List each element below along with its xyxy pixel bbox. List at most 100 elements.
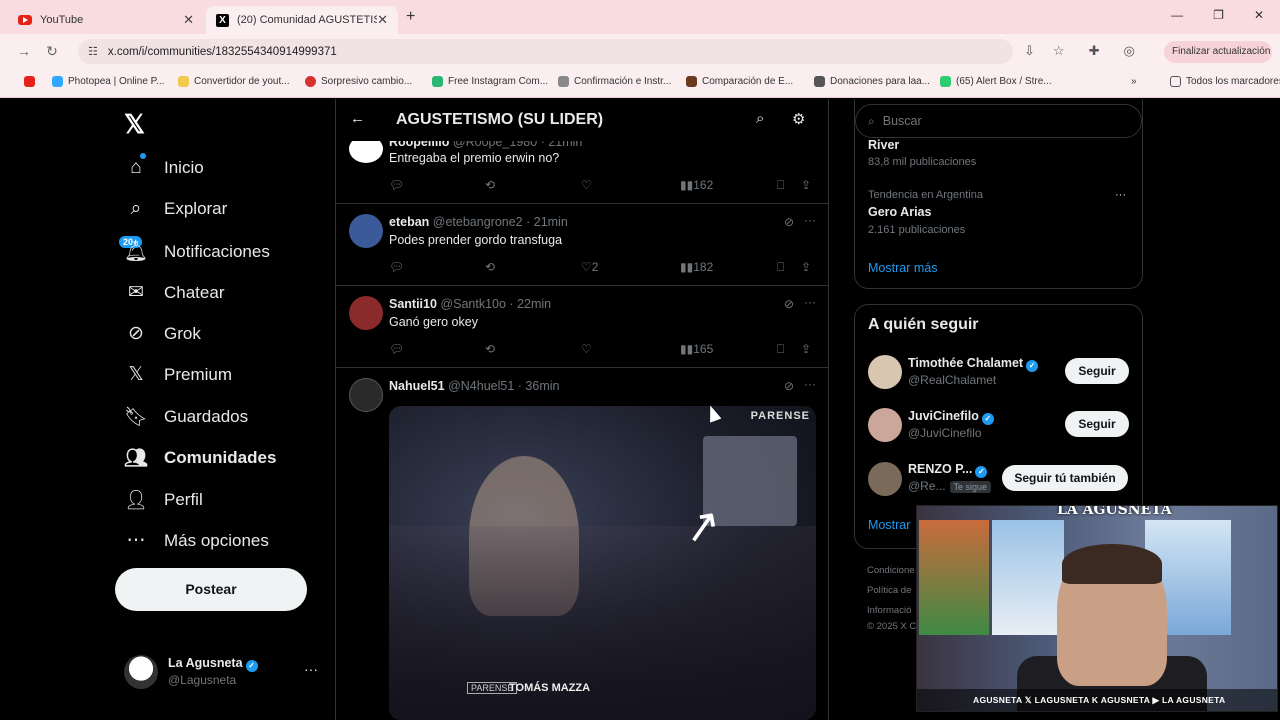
nav-item-guardados[interactable]: 🔖︎ Guardados (124, 405, 248, 429)
follow-name[interactable]: JuviCinefilo ✓ (908, 409, 994, 425)
nav-item-notificaciones[interactable]: 🔔︎ Notificaciones (124, 240, 270, 264)
show-more-link[interactable]: Mostrar (868, 518, 910, 532)
verified-icon: ✓ (1026, 360, 1039, 372)
views-icon[interactable]: ▮▮ 182 (680, 260, 713, 274)
nav-item-perfil[interactable]: 👤︎ Perfil (124, 488, 203, 512)
footer-link[interactable]: Política de (867, 585, 911, 596)
more-icon[interactable]: ··· (1115, 189, 1126, 201)
repost-icon[interactable]: ⟲ (485, 260, 495, 274)
close-tab-icon[interactable]: ✕ (377, 12, 388, 28)
follow-name[interactable]: Timothée Chalamet ✓ (908, 356, 1039, 372)
trend-name[interactable]: Gero Arias (868, 205, 931, 219)
url-field[interactable]: ☷ x.com/i/communities/183255434091499937… (78, 39, 1013, 64)
search-input[interactable]: ⌕ Buscar (855, 104, 1142, 138)
bookmark-item[interactable]: Sorpresivo cambio... (305, 76, 412, 87)
more-icon[interactable]: ··· (804, 295, 816, 309)
post-video[interactable]: ↗ PARENSE PARENSE TOMÁS MAZZA (389, 406, 816, 720)
grok-icon[interactable]: ⊘ (784, 215, 794, 229)
grok-icon[interactable]: ⊘ (784, 297, 794, 311)
bookmark-youtube[interactable] (24, 76, 40, 87)
follow-button[interactable]: Seguir (1065, 411, 1129, 437)
post-text: Ganó gero okey (389, 315, 478, 329)
reply-icon[interactable]: 💬︎ (389, 178, 404, 192)
bookmark-item[interactable]: Free Instagram Com... (432, 76, 548, 87)
share-icon[interactable]: ⇪ (801, 260, 811, 274)
nav-label: Inicio (164, 158, 204, 177)
share-icon[interactable]: ⇪ (801, 342, 811, 356)
post-button[interactable]: Postear (115, 568, 307, 611)
search-icon[interactable]: ⌕ (756, 110, 764, 127)
nav-item-inicio[interactable]: ⌂ Inicio (124, 157, 204, 179)
more-icon[interactable]: ··· (304, 661, 318, 677)
more-icon[interactable]: ··· (804, 213, 816, 227)
nav-item-mas-opciones[interactable]: ⋯ Más opciones (124, 529, 269, 552)
site-info-icon[interactable]: ☷ (88, 45, 98, 58)
footer-link[interactable]: Informació (867, 605, 911, 616)
minimize-icon[interactable]: — (1171, 8, 1183, 22)
close-window-icon[interactable]: ✕ (1254, 8, 1264, 22)
post-author[interactable]: eteban (389, 215, 429, 229)
post[interactable]: Santii10 @Santk10o · 22min ⊘ ··· Ganó ge… (336, 286, 828, 368)
extensions-icon[interactable]: ✚ (1089, 43, 1100, 59)
bookmark-item[interactable]: Comparación de E... (686, 76, 793, 87)
trend-name[interactable]: River (868, 138, 899, 152)
repost-icon[interactable]: ⟲ (485, 342, 495, 356)
nav-item-comunidades[interactable]: 👥︎ Comunidades (124, 446, 276, 470)
nav-item-chatear[interactable]: ✉ Chatear (124, 281, 224, 304)
post-author[interactable]: Nahuel51 (389, 379, 445, 393)
repost-icon[interactable]: ⟲ (485, 178, 495, 192)
reply-icon[interactable]: 💬︎ (389, 260, 404, 274)
bookmark-item[interactable]: (65) Alert Box / Stre... (940, 76, 1052, 87)
tab-youtube[interactable]: YouTube ✕ (8, 6, 204, 34)
post-author[interactable]: Santii10 (389, 297, 437, 311)
profile-icon[interactable]: ◎ (1123, 43, 1134, 59)
avatar[interactable] (868, 462, 902, 496)
new-tab-button[interactable]: + (406, 8, 415, 26)
verified-icon: ✓ (975, 466, 988, 478)
close-tab-icon[interactable]: ✕ (183, 12, 194, 28)
nav-item-grok[interactable]: ⊘ Grok (124, 322, 201, 345)
avatar[interactable] (868, 355, 902, 389)
post[interactable]: eteban @etebangrone2 · 21min ⊘ ··· Podes… (336, 204, 828, 286)
install-icon[interactable]: ⇩ (1024, 43, 1035, 59)
follow-back-button[interactable]: Seguir tú también (1002, 465, 1128, 491)
reply-icon[interactable]: 💬︎ (389, 342, 404, 356)
bookmarks-overflow[interactable]: » (1131, 76, 1137, 87)
reload-icon[interactable]: ↻ (38, 43, 66, 60)
all-bookmarks[interactable]: Todos los marcadores (1170, 76, 1280, 87)
bookmark-item[interactable]: Confirmación e Instr... (558, 76, 671, 87)
avatar[interactable] (868, 408, 902, 442)
grok-icon: ⊘ (128, 323, 144, 344)
tab-x-community[interactable]: X (20) Comunidad AGUSTETISMO ✕ (206, 6, 398, 34)
bookmark-item[interactable]: Photopea | Online P... (52, 76, 164, 87)
update-button[interactable]: Finalizar actualización (1164, 41, 1272, 63)
nav-item-explorar[interactable]: ⌕ Explorar (124, 198, 228, 220)
like-icon[interactable]: ♡ (581, 342, 592, 356)
like-icon[interactable]: ♡ 2 (581, 260, 598, 274)
account-switcher[interactable]: La Agusneta ✓ @Lagusneta ··· (124, 655, 324, 691)
bookmark-icon[interactable]: ⎕ (777, 342, 784, 357)
bookmark-item[interactable]: Donaciones para laa... (814, 76, 930, 87)
restore-icon[interactable]: ❐ (1213, 8, 1224, 22)
back-arrow-icon[interactable]: ← (350, 110, 365, 127)
more-icon[interactable]: ··· (804, 377, 816, 391)
nav-item-premium[interactable]: 𝕏 Premium (124, 363, 232, 386)
share-icon[interactable]: ⇪ (801, 178, 811, 192)
bookmark-icon[interactable]: ⎕ (777, 260, 784, 275)
like-icon[interactable]: ♡ (581, 178, 592, 192)
bookmark-label: Free Instagram Com... (448, 76, 549, 87)
views-icon[interactable]: ▮▮ 165 (680, 342, 713, 356)
footer-link[interactable]: Condicione (867, 565, 915, 576)
avatar (349, 214, 383, 248)
x-logo-icon[interactable]: 𝕏 (124, 109, 145, 140)
star-icon[interactable]: ☆ (1053, 43, 1065, 59)
grok-icon[interactable]: ⊘ (784, 379, 794, 393)
bookmark-item[interactable]: Convertidor de yout... (178, 76, 290, 87)
follow-name[interactable]: RENZO P... ✓ (908, 462, 988, 478)
show-more-link[interactable]: Mostrar más (868, 261, 937, 275)
views-icon[interactable]: ▮▮ 162 (680, 178, 713, 192)
bookmark-icon[interactable]: ⎕ (777, 178, 784, 193)
follow-button[interactable]: Seguir (1065, 358, 1129, 384)
forward-icon[interactable]: → (10, 43, 38, 59)
gear-icon[interactable]: ⚙ (792, 110, 805, 128)
